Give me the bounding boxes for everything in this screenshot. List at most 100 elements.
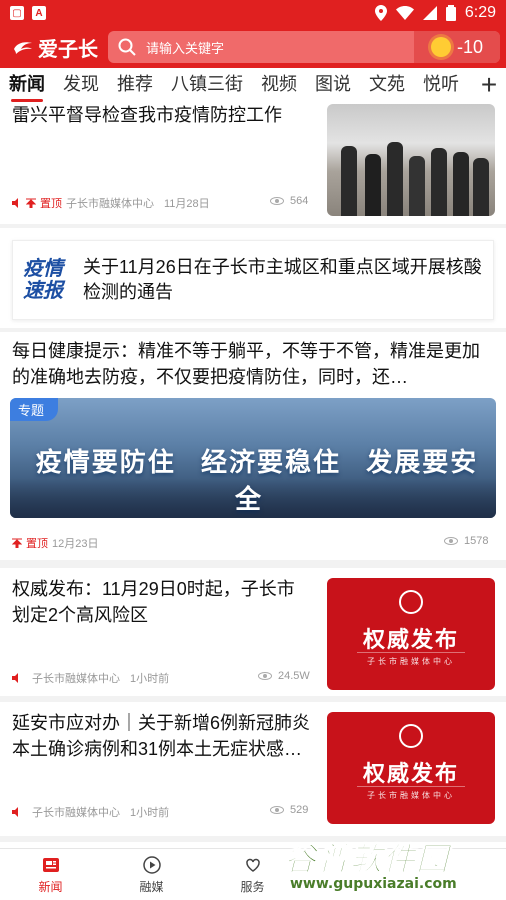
news-title: 权威发布：11月29日0时起，子长市划定2个高风险区 xyxy=(12,579,295,625)
nav-media[interactable]: 融媒 xyxy=(101,849,202,900)
pin-label: 置顶 xyxy=(26,538,48,550)
news-source: 子长市融媒体中心 xyxy=(32,673,120,685)
app-header: 爱子长 请输入关键字 -10 xyxy=(0,26,506,68)
wifi-icon xyxy=(395,6,414,20)
tab-towns[interactable]: 八镇三街 xyxy=(162,68,252,102)
news-thumbnail[interactable]: 权威发布 子长市融媒体中心 xyxy=(327,712,495,824)
battery-icon xyxy=(445,5,456,21)
status-time: 6:29 xyxy=(464,4,496,21)
notice-tag-line1: 疫情 xyxy=(23,258,63,280)
watermark-title: 谷普软件园 xyxy=(283,840,450,879)
views-value: 564 xyxy=(290,195,309,207)
speaker-icon xyxy=(12,198,18,208)
thumb-subtitle: 子长市融媒体中心 xyxy=(367,657,455,666)
notice-tag: 疫情 速报 xyxy=(13,258,73,302)
slogan-1: 疫情要防住 xyxy=(35,447,176,477)
speaker-icon xyxy=(12,673,18,683)
tab-recommend[interactable]: 推荐 xyxy=(108,68,162,102)
eye-icon xyxy=(258,672,272,680)
eye-icon xyxy=(270,197,284,205)
tab-discover[interactable]: 发现 xyxy=(54,68,108,102)
news-time: 1小时前 xyxy=(130,807,170,819)
emblem-icon xyxy=(399,590,423,614)
thumb-title: 权威发布 xyxy=(362,627,459,652)
pin-label: 置顶 xyxy=(40,198,62,210)
weather-widget[interactable]: -10 xyxy=(414,31,500,63)
nav-news-label: 新闻 xyxy=(38,879,63,894)
site-watermark: 谷普软件园 www.gupuxiazai.com xyxy=(280,834,502,896)
channel-tabs: 新闻 发现 推荐 八镇三街 视频 图说 文苑 悦听 + xyxy=(0,68,506,102)
search-placeholder: 请输入关键字 xyxy=(146,40,225,56)
news-meta: 置顶 12月23日 xyxy=(12,535,98,551)
speaker-icon xyxy=(12,807,18,817)
view-count: 564 xyxy=(270,195,308,207)
news-feed: 雷兴平督导检查我市疫情防控工作 置顶 子长市融媒体中心 11月28日 564 疫… xyxy=(0,102,506,848)
thumb-title: 权威发布 xyxy=(362,761,459,786)
add-channel-icon[interactable]: + xyxy=(472,68,506,102)
temperature: -10 xyxy=(456,36,483,57)
banner-slogan: 疫情要防住 经济要稳住 发展要安全 xyxy=(10,442,496,516)
topic-tag: 专题 xyxy=(10,398,59,421)
news-title: 雷兴平督导检查我市疫情防控工作 xyxy=(12,105,282,125)
news-item[interactable]: 雷兴平督导检查我市疫情防控工作 置顶 子长市融媒体中心 11月28日 564 xyxy=(0,102,506,224)
pin-icon xyxy=(12,538,22,548)
slogan-2: 经济要稳住 xyxy=(200,447,341,477)
notice-item[interactable]: 疫情 速报 关于11月26日在子长市主城区和重点区域开展核酸检测的通告 xyxy=(0,228,506,332)
photo-people xyxy=(327,136,495,216)
news-meta: 子长市融媒体中心 1小时前 xyxy=(12,804,169,820)
eye-icon xyxy=(444,537,458,545)
tab-news[interactable]: 新闻 xyxy=(0,68,54,102)
view-count: 529 xyxy=(270,804,308,816)
news-icon xyxy=(42,857,59,872)
views-value: 1578 xyxy=(464,535,489,547)
logo-text: 爱子长 xyxy=(38,36,98,61)
thumb-divider xyxy=(357,652,465,653)
tab-audio[interactable]: 悦听 xyxy=(414,68,468,102)
heart-hand-icon xyxy=(245,858,260,872)
status-bar: ▢ A 6:29 xyxy=(0,0,506,26)
search-icon xyxy=(118,38,136,56)
news-thumbnail[interactable]: 权威发布 子长市融媒体中心 xyxy=(327,578,495,690)
news-meta: 子长市融媒体中心 1小时前 xyxy=(12,670,169,686)
news-title: 延安市应对办｜关于新增6例新冠肺炎本土确诊病例和31例本土无症状感… xyxy=(12,713,311,759)
news-title: 每日健康提示：精准不等于躺平，不等于不管，精准是更加的准确地去防疫，不仅要把疫情… xyxy=(12,341,480,387)
tab-literature[interactable]: 文苑 xyxy=(360,68,414,102)
news-time: 1小时前 xyxy=(130,673,170,685)
eye-icon xyxy=(270,806,284,814)
logo-emblem-icon xyxy=(14,42,32,54)
notice-tag-line2: 速报 xyxy=(23,280,63,302)
emblem-icon xyxy=(399,724,423,748)
view-count: 24.5W xyxy=(258,670,310,682)
nav-news[interactable]: 新闻 xyxy=(0,849,101,900)
news-date: 11月28日 xyxy=(164,198,210,210)
news-source: 子长市融媒体中心 xyxy=(66,198,154,210)
news-source: 子长市融媒体中心 xyxy=(32,807,120,819)
divider xyxy=(0,560,506,568)
sun-icon xyxy=(430,37,451,57)
view-count: 1578 xyxy=(444,535,488,547)
signal-icon xyxy=(422,6,437,20)
watermark-url: www.gupuxiazai.com xyxy=(290,876,457,892)
play-icon xyxy=(142,855,161,874)
location-icon xyxy=(374,5,387,21)
pin-icon xyxy=(26,198,36,208)
notice-card[interactable]: 疫情 速报 关于11月26日在子长市主城区和重点区域开展核酸检测的通告 xyxy=(12,240,494,320)
news-thumbnail[interactable] xyxy=(327,104,495,216)
news-date: 12月23日 xyxy=(52,538,99,550)
thumb-subtitle: 子长市融媒体中心 xyxy=(367,791,455,800)
news-item[interactable]: 延安市应对办｜关于新增6例新冠肺炎本土确诊病例和31例本土无症状感… 子长市融媒… xyxy=(0,702,506,836)
notice-text: 关于11月26日在子长市主城区和重点区域开展核酸检测的通告 xyxy=(83,257,482,302)
notification-icon: ▢ xyxy=(10,6,24,20)
tab-video[interactable]: 视频 xyxy=(252,68,306,102)
topic-banner[interactable]: 专题 疫情要防住 经济要稳住 发展要安全 xyxy=(10,398,496,518)
news-item[interactable]: 权威发布：11月29日0时起，子长市划定2个高风险区 子长市融媒体中心 1小时前… xyxy=(0,568,506,696)
nav-media-label: 融媒 xyxy=(139,879,164,894)
search-bar[interactable]: 请输入关键字 -10 xyxy=(108,31,500,63)
views-value: 529 xyxy=(290,804,309,816)
tab-pictures[interactable]: 图说 xyxy=(306,68,360,102)
nav-service-label: 服务 xyxy=(240,879,265,894)
news-meta: 置顶 子长市融媒体中心 11月28日 xyxy=(12,195,210,211)
app-logo[interactable]: 爱子长 xyxy=(0,33,100,62)
app-notification-icon: A xyxy=(32,6,46,20)
thumb-divider xyxy=(357,786,465,787)
